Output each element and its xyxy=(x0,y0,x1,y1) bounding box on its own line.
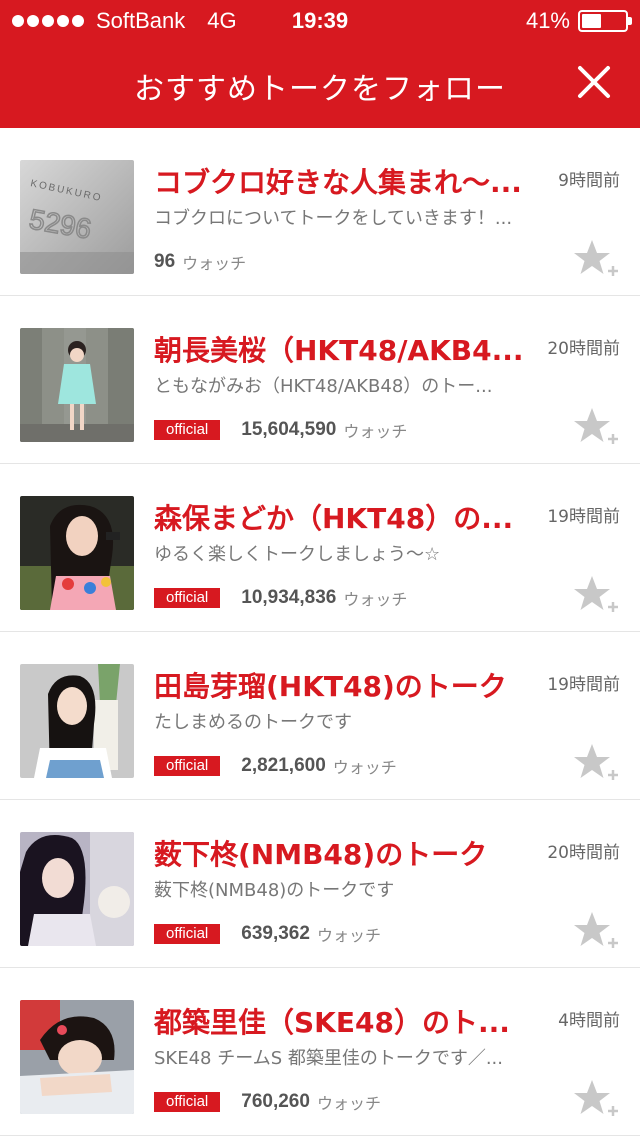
talk-meta: 96 ウォッチ xyxy=(154,250,246,274)
talk-thumbnail xyxy=(20,496,134,610)
follow-star-button[interactable] xyxy=(572,742,622,786)
star-plus-icon xyxy=(574,1080,618,1116)
watch-label: ウォッチ xyxy=(316,1094,381,1113)
talk-list[interactable]: KOBUKURO 5296 コブクロ好きな人集まれ〜... 9時間前 コブクロに… xyxy=(0,128,640,1136)
talk-meta: official 639,362 ウォッチ xyxy=(154,922,381,946)
talk-description: ともながみお（HKT48/AKB48）のトー... xyxy=(154,376,493,397)
star-plus-icon xyxy=(574,912,618,948)
battery-percent: 41% xyxy=(525,8,570,33)
watch-count: 10,934,836 xyxy=(241,587,337,608)
official-badge: official xyxy=(154,420,221,440)
official-badge: official xyxy=(154,1092,221,1112)
close-icon xyxy=(578,66,610,98)
talk-title[interactable]: 薮下柊(NMB48)のトーク xyxy=(154,833,524,873)
talk-updated-time: 19時間前 xyxy=(547,675,620,695)
talk-updated-time: 20時間前 xyxy=(547,339,620,359)
battery-level-fill xyxy=(582,14,601,28)
official-badge: official xyxy=(154,756,221,776)
talk-thumbnail xyxy=(20,1000,134,1114)
official-badge: official xyxy=(154,588,221,608)
talk-description: コブクロについてトークをしていきます！... xyxy=(154,208,513,229)
official-badge: official xyxy=(154,924,221,944)
watch-label: ウォッチ xyxy=(343,590,408,609)
watch-count: 639,362 xyxy=(241,923,310,944)
talk-title[interactable]: 朝長美桜（HKT48/AKB4... xyxy=(154,329,524,369)
talk-meta: official 2,821,600 ウォッチ xyxy=(154,754,397,778)
talk-row[interactable]: 田島芽瑠(HKT48)のトーク 19時間前 たしまめるのトークです offici… xyxy=(0,632,640,800)
talk-thumbnail xyxy=(20,328,134,442)
talk-updated-time: 19時間前 xyxy=(547,507,620,527)
talk-row[interactable]: 薮下柊(NMB48)のトーク 20時間前 薮下柊(NMB48)のトークです of… xyxy=(0,800,640,968)
talk-title[interactable]: 都築里佳（SKE48）のト... xyxy=(154,1001,524,1041)
watch-count: 96 xyxy=(154,251,176,272)
star-plus-icon xyxy=(574,408,618,444)
talk-title[interactable]: 田島芽瑠(HKT48)のトーク xyxy=(154,665,524,705)
talk-thumbnail xyxy=(20,664,134,778)
follow-star-button[interactable] xyxy=(572,910,622,954)
talk-description: 薮下柊(NMB48)のトークです xyxy=(154,880,395,901)
star-plus-icon xyxy=(574,240,618,276)
star-plus-icon xyxy=(574,576,618,612)
talk-description: たしまめるのトークです xyxy=(154,712,352,733)
talk-meta: official 760,260 ウォッチ xyxy=(154,1090,381,1114)
follow-star-button[interactable] xyxy=(572,574,622,618)
talk-meta: official 15,604,590 ウォッチ xyxy=(154,418,407,442)
watch-label: ウォッチ xyxy=(182,254,247,273)
follow-star-button[interactable] xyxy=(572,1078,622,1122)
follow-star-button[interactable] xyxy=(572,406,622,450)
star-plus-icon xyxy=(574,744,618,780)
talk-meta: official 10,934,836 ウォッチ xyxy=(154,586,407,610)
talk-thumbnail: KOBUKURO 5296 xyxy=(20,160,134,274)
watch-label: ウォッチ xyxy=(343,422,408,441)
battery-icon xyxy=(578,10,632,32)
watch-count: 15,604,590 xyxy=(241,419,337,440)
talk-updated-time: 4時間前 xyxy=(558,1011,620,1031)
talk-row[interactable]: 都築里佳（SKE48）のト... 4時間前 SKE48 チームS 都築里佳のトー… xyxy=(0,968,640,1136)
status-bar: SoftBank 4G 19:39 41% xyxy=(0,0,640,40)
talk-description: SKE48 チームS 都築里佳のトークです／... xyxy=(154,1048,503,1069)
watch-count: 760,260 xyxy=(241,1091,310,1112)
page-title: おすすめトークをフォロー xyxy=(134,72,506,107)
talk-updated-time: 9時間前 xyxy=(558,171,620,191)
watch-label: ウォッチ xyxy=(332,758,397,777)
talk-title[interactable]: コブクロ好きな人集まれ〜... xyxy=(154,161,524,201)
close-button[interactable] xyxy=(572,60,616,104)
watch-count: 2,821,600 xyxy=(241,755,326,776)
navigation-bar: おすすめトークをフォロー xyxy=(0,40,640,128)
status-right: 41% xyxy=(525,8,632,34)
talk-row[interactable]: KOBUKURO 5296 コブクロ好きな人集まれ〜... 9時間前 コブクロに… xyxy=(0,128,640,296)
talk-description: ゆるく楽しくトークしましょう〜☆ xyxy=(154,544,441,565)
follow-star-button[interactable] xyxy=(572,238,622,282)
talk-updated-time: 20時間前 xyxy=(547,843,620,863)
talk-thumbnail xyxy=(20,832,134,946)
watch-label: ウォッチ xyxy=(316,926,381,945)
talk-row[interactable]: 朝長美桜（HKT48/AKB4... 20時間前 ともながみお（HKT48/AK… xyxy=(0,296,640,464)
talk-row[interactable]: 森保まどか（HKT48）の... 19時間前 ゆるく楽しくトークしましょう〜☆ … xyxy=(0,464,640,632)
talk-title[interactable]: 森保まどか（HKT48）の... xyxy=(154,497,524,537)
